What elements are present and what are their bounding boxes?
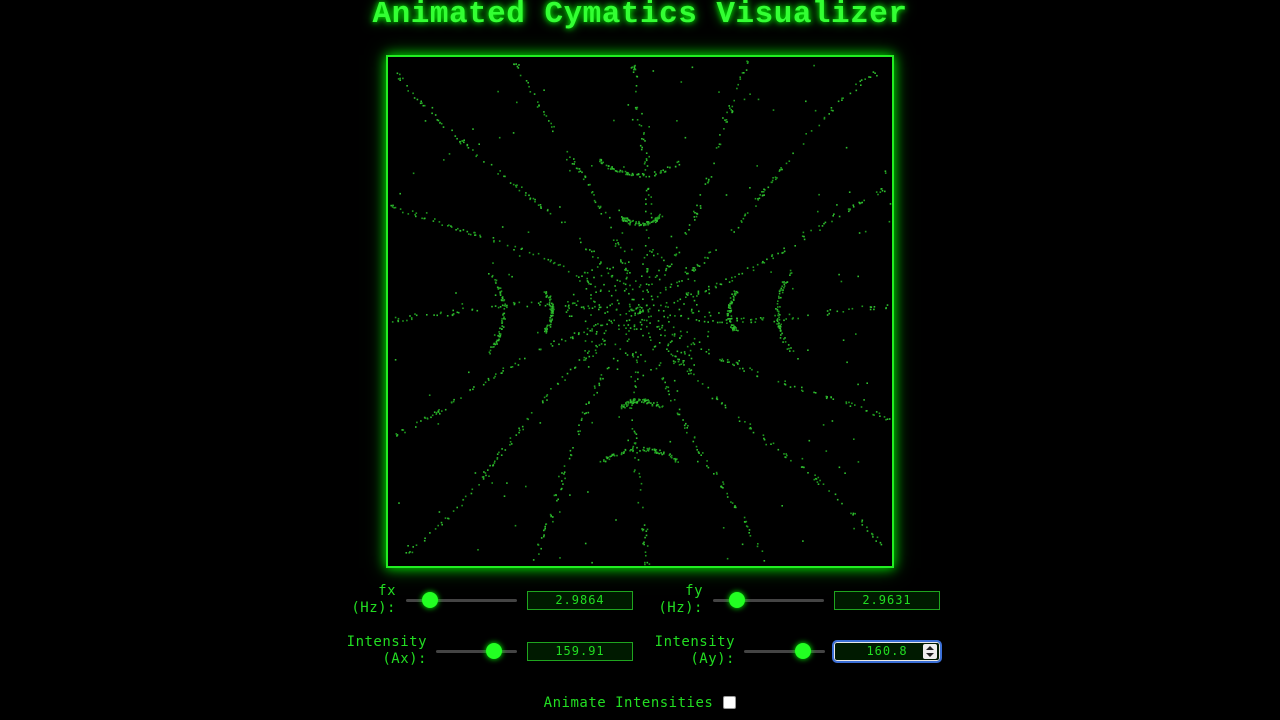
ax-label: Intensity (Ax): xyxy=(326,634,427,668)
spin-up-icon[interactable] xyxy=(926,646,934,650)
ay-label: Intensity (Ay): xyxy=(634,634,735,668)
ay-label-line2: (Ay): xyxy=(690,651,735,667)
animate-row: Animate Intensities xyxy=(0,695,1280,711)
spin-down-icon[interactable] xyxy=(926,653,934,657)
ax-slider-thumb[interactable] xyxy=(486,643,503,659)
fy-slider[interactable] xyxy=(713,592,824,608)
animate-label: Animate Intensities xyxy=(543,695,714,711)
fx-slider-thumb[interactable] xyxy=(422,592,439,608)
ay-slider-thumb[interactable] xyxy=(795,643,812,659)
cymatics-canvas xyxy=(390,60,892,566)
ay-number-input[interactable]: 160.8 xyxy=(832,640,942,663)
fy-label-line1: fy xyxy=(685,583,703,599)
ax-label-line1: Intensity xyxy=(346,634,427,650)
cymatics-canvas-frame xyxy=(386,55,894,568)
ax-label-line2: (Ax): xyxy=(382,651,427,667)
fx-label-line1: fx xyxy=(378,583,396,599)
ax-number-input[interactable]: 159.91 xyxy=(527,642,633,661)
page-title: Animated Cymatics Visualizer xyxy=(372,0,908,32)
ay-slider[interactable] xyxy=(744,643,825,659)
fy-slider-thumb[interactable] xyxy=(729,592,746,608)
fx-label: fx (Hz): xyxy=(330,583,396,617)
ay-label-line1: Intensity xyxy=(654,634,735,650)
ay-spinner[interactable] xyxy=(923,644,937,659)
fy-label-line2: (Hz): xyxy=(658,600,703,616)
animate-checkbox[interactable] xyxy=(723,696,737,709)
ax-slider[interactable] xyxy=(436,643,517,659)
ay-number-value: 160.8 xyxy=(866,644,908,658)
fx-number-input[interactable]: 2.9864 xyxy=(527,591,633,610)
fx-slider[interactable] xyxy=(406,592,517,608)
fy-number-input[interactable]: 2.9631 xyxy=(834,591,940,610)
fy-label: fy (Hz): xyxy=(637,583,703,617)
fx-label-line2: (Hz): xyxy=(351,600,396,616)
